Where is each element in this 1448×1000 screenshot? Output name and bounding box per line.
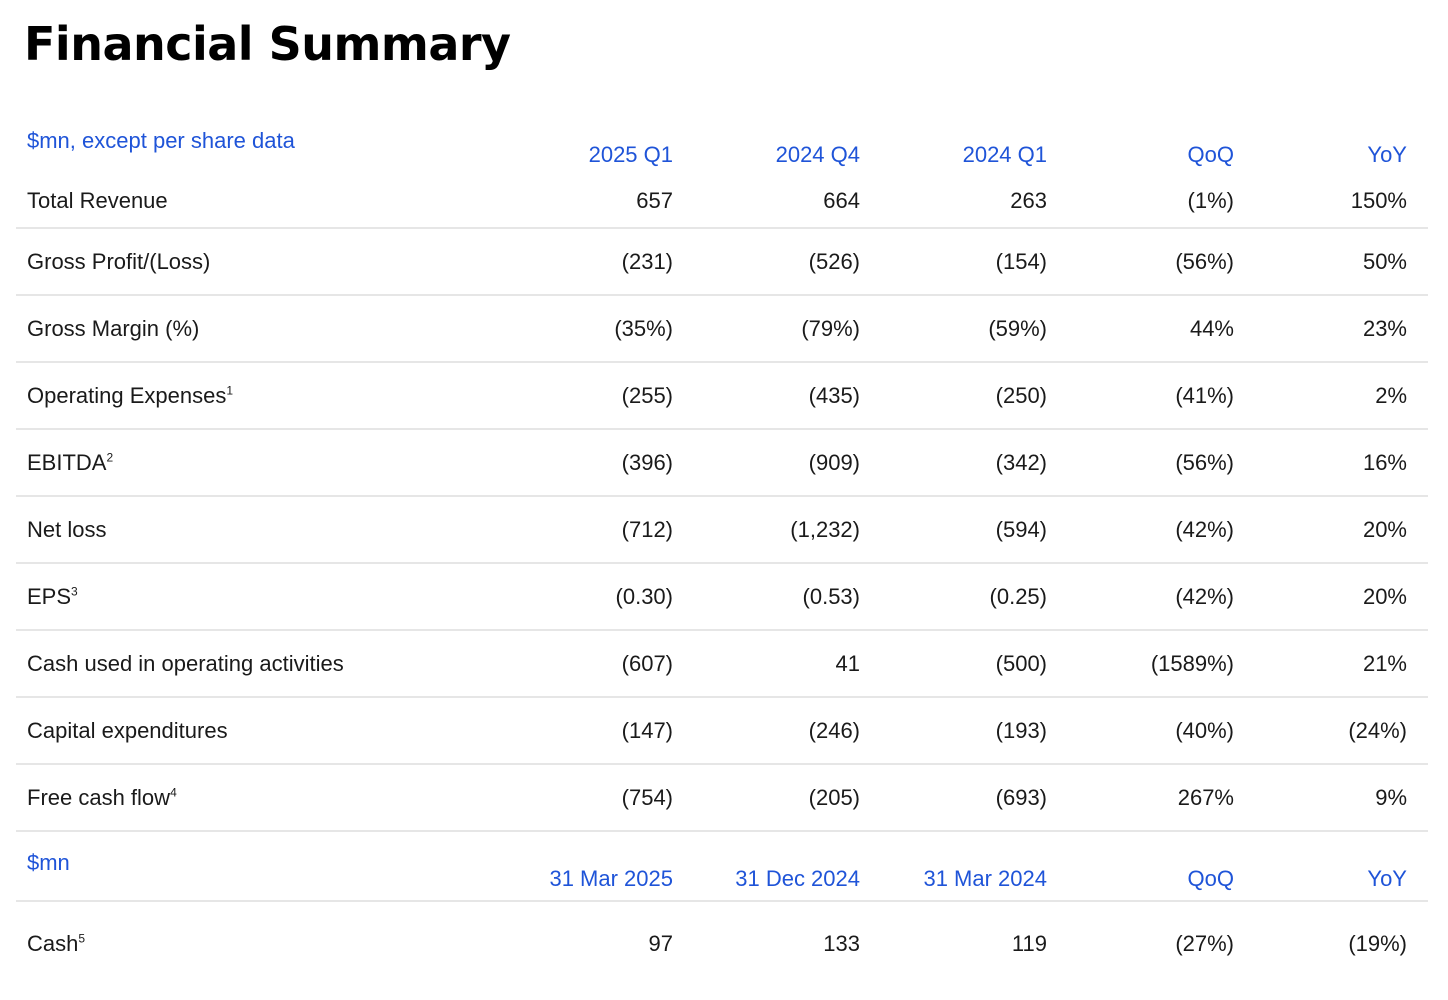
header-col-qoq: QoQ [1187,142,1234,167]
cell-value: (59%) [988,315,1047,341]
cell-value: (205) [808,784,860,810]
table-row: Cash used in operating activities (607) … [16,631,1428,698]
cell-value: (712) [621,516,673,542]
cell-value: (246) [808,717,860,743]
table-row: Operating Expenses1 (255) (435) (250) (4… [16,363,1428,430]
row-label: Free cash flow4 [27,784,177,810]
cell-value: 16% [1362,449,1407,475]
cell-value: (0.53) [802,583,860,609]
cell-value: 133 [823,931,860,956]
header-col-2024-q4: 2024 Q4 [775,142,860,167]
cell-value: (40%) [1175,717,1234,743]
cell-value: (147) [621,717,673,743]
cell-value: (435) [808,382,860,408]
row-label: Gross Profit/(Loss) [27,248,211,274]
cell-value: (41%) [1175,382,1234,408]
header-label: $mn [27,850,70,875]
cell-value: 97 [648,931,673,956]
cell-value: 263 [1010,187,1047,213]
cell-value: (79%) [801,315,860,341]
header-col-yoy: YoY [1367,142,1407,167]
table-row: Total Revenue 657 664 263 (1%) 150% [16,174,1428,229]
header-col-31-mar-2024: 31 Mar 2024 [923,866,1047,891]
table-row: Capital expenditures (147) (246) (193) (… [16,698,1428,765]
table-row: Cash5 97 133 119 (27%) (19%) [16,902,1428,986]
row-label: Operating Expenses1 [27,382,234,408]
table-row: Gross Profit/(Loss) (231) (526) (154) (5… [16,229,1428,296]
table-header-balance: $mn 31 Mar 2025 31 Dec 2024 31 Mar 2024 … [16,832,1428,902]
cell-value: 9% [1375,784,1407,810]
financial-summary-table: $mn, except per share data 2025 Q1 2024 … [16,118,1428,986]
cell-value: (42%) [1175,516,1234,542]
cell-value: (56%) [1175,449,1234,475]
cell-value: (231) [621,248,673,274]
table-row: Free cash flow4 (754) (205) (693) 267% 9… [16,765,1428,832]
cell-value: (255) [621,382,673,408]
cell-value: (607) [621,650,673,676]
table-row: EBITDA2 (396) (909) (342) (56%) 16% [16,430,1428,497]
cell-value: (909) [808,449,860,475]
cell-value: 2% [1375,382,1407,408]
row-label: Total Revenue [27,187,168,213]
header-col-31-dec-2024: 31 Dec 2024 [735,866,860,891]
row-label: EPS3 [27,583,78,609]
cell-value: (754) [621,784,673,810]
cell-value: (0.25) [989,583,1047,609]
cell-value: (693) [995,784,1047,810]
cell-value: 21% [1362,650,1407,676]
cell-value: 44% [1189,315,1234,341]
header-col-2025-q1: 2025 Q1 [588,142,673,167]
cell-value: 267% [1177,784,1234,810]
row-label: EBITDA2 [27,449,114,475]
header-col-2024-q1: 2024 Q1 [962,142,1047,167]
cell-value: (1589%) [1150,650,1234,676]
header-col-31-mar-2025: 31 Mar 2025 [549,866,673,891]
cell-value: 50% [1362,248,1407,274]
row-label: Capital expenditures [27,717,228,743]
cell-value: (342) [995,449,1047,475]
row-label: Cash5 [27,931,86,956]
cell-value: (396) [621,449,673,475]
cell-value: (526) [808,248,860,274]
cell-value: 20% [1362,516,1407,542]
cell-value: (0.30) [615,583,673,609]
cell-value: 150% [1350,187,1407,213]
table-row: Net loss (712) (1,232) (594) (42%) 20% [16,497,1428,564]
cell-value: 664 [823,187,860,213]
page-title: Financial Summary [24,17,511,71]
cell-value: (35%) [614,315,673,341]
cell-value: (500) [995,650,1047,676]
cell-value: (56%) [1175,248,1234,274]
cell-value: 41 [835,650,860,676]
cell-value: (19%) [1348,931,1407,956]
table-header-quarterly: $mn, except per share data 2025 Q1 2024 … [16,118,1428,174]
cell-value: (42%) [1175,583,1234,609]
cell-value: (154) [995,248,1047,274]
cell-value: 119 [1011,931,1047,956]
row-label: Cash used in operating activities [27,650,344,676]
cell-value: 20% [1362,583,1407,609]
row-label: Net loss [27,516,107,542]
table-row: EPS3 (0.30) (0.53) (0.25) (42%) 20% [16,564,1428,631]
cell-value: 657 [636,187,673,213]
cell-value: (1,232) [790,516,860,542]
cell-value: (250) [995,382,1047,408]
cell-value: (594) [995,516,1047,542]
cell-value: 23% [1362,315,1407,341]
header-col-yoy: YoY [1367,866,1407,891]
header-col-qoq: QoQ [1187,866,1234,891]
header-label: $mn, except per share data [27,128,295,153]
row-label: Gross Margin (%) [27,315,200,341]
cell-value: (1%) [1187,187,1234,213]
cell-value: (24%) [1348,717,1407,743]
cell-value: (27%) [1175,931,1234,956]
cell-value: (193) [995,717,1047,743]
table-row: Gross Margin (%) (35%) (79%) (59%) 44% 2… [16,296,1428,363]
